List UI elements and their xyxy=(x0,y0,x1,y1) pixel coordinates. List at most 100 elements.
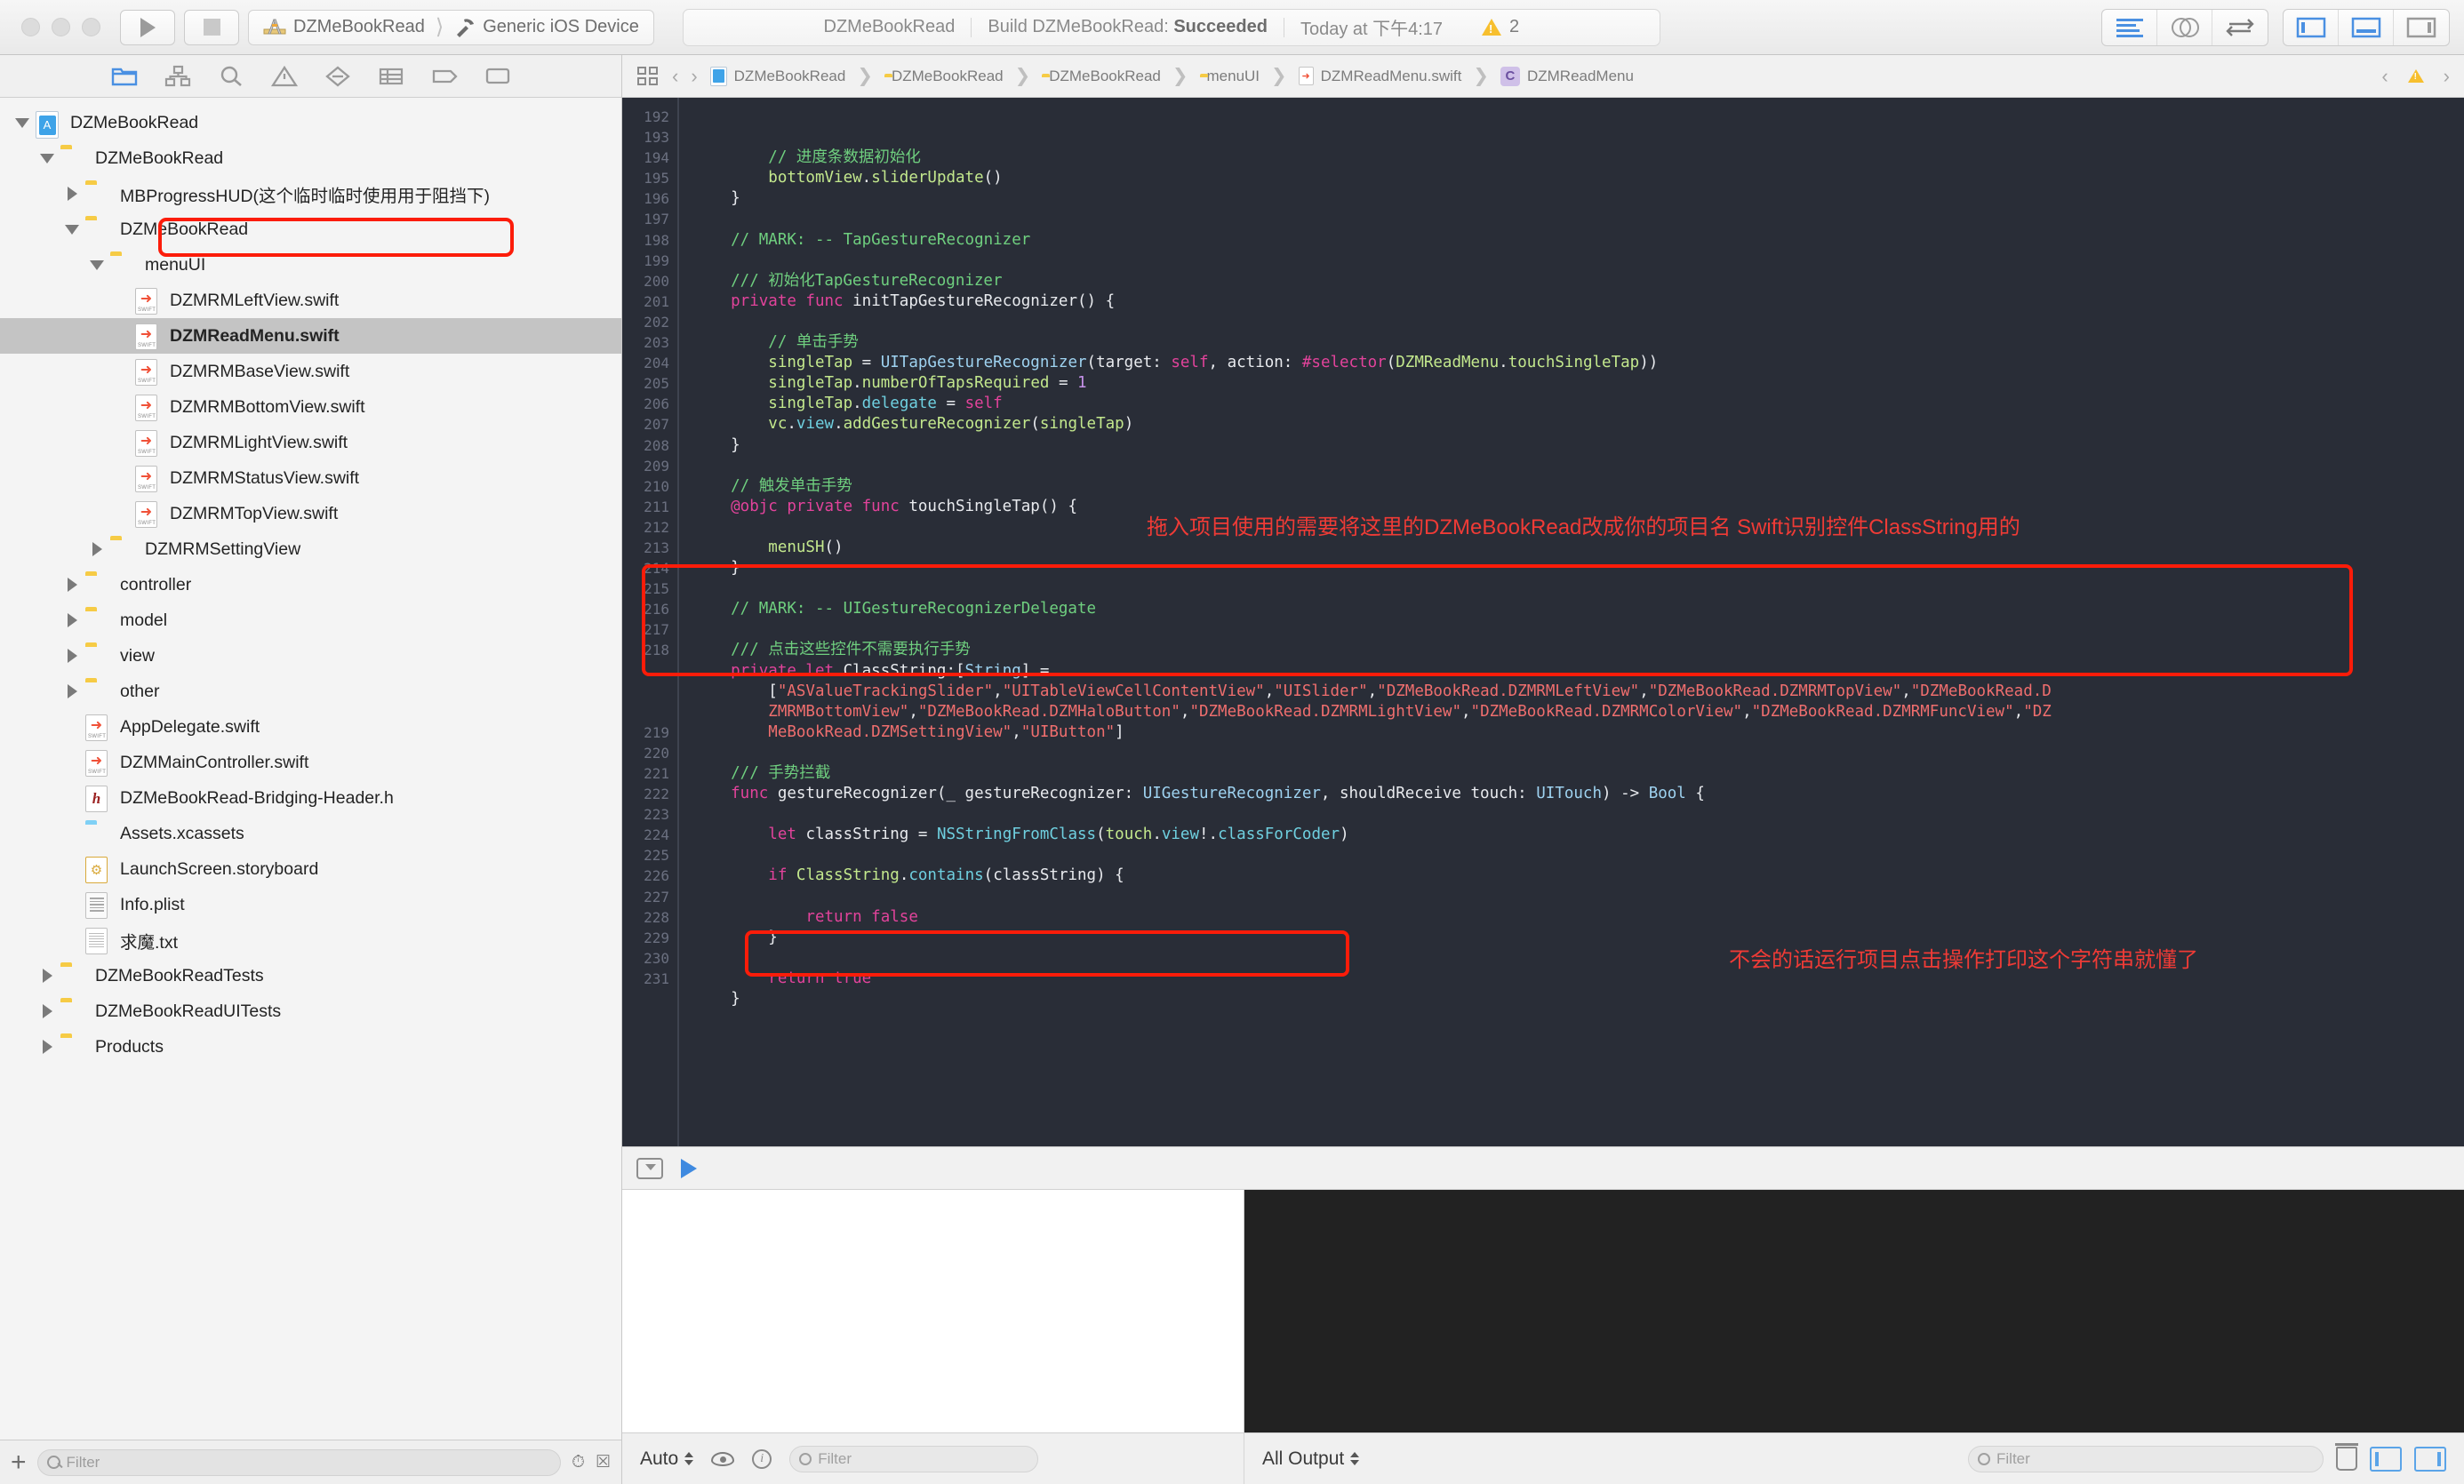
console-filter-field[interactable]: Filter xyxy=(1968,1445,2324,1472)
disclosure-triangle-closed-icon[interactable] xyxy=(62,649,82,663)
assistant-editor-button[interactable] xyxy=(2157,9,2212,45)
disclosure-triangle-closed-icon[interactable] xyxy=(62,684,82,698)
tab-breakpoint-navigator[interactable] xyxy=(418,57,471,96)
tree-row-appdelegate-swift[interactable]: ➜ SWIFT AppDelegate.swift xyxy=(0,709,621,745)
line-number: 203 xyxy=(644,334,669,352)
variables-scope-popup[interactable]: Auto xyxy=(640,1448,694,1470)
breadcrumb[interactable]: DZMeBookRead ❯ DZMeBookRead ❯ DZMeBookRead ❯ m… xyxy=(709,65,1634,87)
hide-debug-icon[interactable] xyxy=(636,1157,663,1179)
clock-icon[interactable]: ⏱ xyxy=(572,1453,585,1472)
toggle-navigator-button[interactable] xyxy=(2284,9,2339,45)
previous-issue-button[interactable]: ‹ xyxy=(2381,65,2388,88)
tree-row-menuui[interactable]: menuUI xyxy=(0,247,621,283)
variables-filter-placeholder: Filter xyxy=(818,1449,852,1467)
disclosure-triangle-open-icon[interactable] xyxy=(12,117,32,128)
tab-find-navigator[interactable] xyxy=(204,57,258,96)
tree-row-dzmebookreaduitests[interactable]: DZMeBookReadUITests xyxy=(0,993,621,1029)
standard-editor-button[interactable] xyxy=(2102,9,2157,45)
variables-view[interactable] xyxy=(622,1190,1244,1432)
watch-icon[interactable] xyxy=(711,1451,735,1466)
version-editor-button[interactable] xyxy=(2212,10,2268,45)
project-file-tree[interactable]: A DZMeBookRead DZMeBookRead MBProgressHUD(这… xyxy=(0,98,621,1440)
tab-issue-navigator[interactable] xyxy=(258,57,311,96)
source-editor[interactable]: 192 193 194 195 196 197 198 199 200 201 202 203 204 2… xyxy=(622,98,2464,1146)
breadcrumb-item-dzmreadmenu-swift[interactable]: ➜ DZMReadMenu.swift xyxy=(1298,67,1461,85)
variables-pane-icon[interactable] xyxy=(2370,1446,2402,1472)
tree-row-dzmrmstatusview-swift[interactable]: ➜ SWIFT DZMRMStatusView.swift xyxy=(0,460,621,496)
disclosure-triangle-closed-icon[interactable] xyxy=(87,542,107,556)
navigator-filter-field[interactable]: Filter xyxy=(36,1448,562,1476)
zoom-button[interactable] xyxy=(82,18,100,36)
tree-row-dzmebookread[interactable]: A DZMeBookRead xyxy=(0,105,621,140)
tree-row-dzmreadmenu-swift[interactable]: ➜ SWIFT DZMReadMenu.swift xyxy=(0,318,621,354)
scheme-destination-control[interactable]: DZMeBookRead ⟩ Generic iOS Device xyxy=(248,9,654,45)
disclosure-triangle-closed-icon[interactable] xyxy=(62,613,82,627)
tree-row-launchscreen-storyboard[interactable]: ⚙ LaunchScreen.storyboard xyxy=(0,851,621,887)
tree-row-model[interactable]: model xyxy=(0,602,621,638)
tab-project-navigator[interactable] xyxy=(98,57,151,96)
breadcrumb-item-dzmreadmenu[interactable]: C DZMReadMenu xyxy=(1500,66,1634,86)
tree-row-dzmmaincontroller-swift[interactable]: ➜ SWIFT DZMMainController.swift xyxy=(0,745,621,780)
back-button[interactable]: ‹ xyxy=(672,65,678,88)
tree-row-dzmebookread[interactable]: DZMeBookRead xyxy=(0,211,621,247)
toggle-utilities-button[interactable] xyxy=(2394,10,2449,45)
tab-symbol-navigator[interactable] xyxy=(151,57,204,96)
warning-triangle-icon[interactable] xyxy=(2407,69,2424,83)
tab-test-navigator[interactable] xyxy=(311,57,364,96)
tree-row-dzmrmleftview-swift[interactable]: ➜ SWIFT DZMRMLeftView.swift xyxy=(0,283,621,318)
breadcrumb-item-dzmebookread[interactable]: DZMeBookRead xyxy=(884,68,1004,85)
minimize-button[interactable] xyxy=(52,18,70,36)
console-pane-icon[interactable] xyxy=(2414,1446,2446,1472)
scheme-selector[interactable]: DZMeBookRead xyxy=(263,17,425,38)
tree-row-dzmrmtopview-swift[interactable]: ➜ SWIFT DZMRMTopView.swift xyxy=(0,496,621,531)
swift-file-icon: ➜ SWIFT xyxy=(135,288,162,315)
tree-row-dzmrmbaseview-swift[interactable]: ➜ SWIFT DZMRMBaseView.swift xyxy=(0,354,621,389)
tree-row-mbprogresshud-[interactable]: MBProgressHUD(这个临时临时使用用于阻挡下) xyxy=(0,176,621,211)
console-scope-popup[interactable]: All Output xyxy=(1262,1448,1360,1470)
disclosure-triangle-closed-icon[interactable] xyxy=(37,1040,57,1054)
clear-filter-icon[interactable]: ☒ xyxy=(596,1452,611,1472)
tree-row-dzmrmbottomview-swift[interactable]: ➜ SWIFT DZMRMBottomView.swift xyxy=(0,389,621,425)
step-icon[interactable] xyxy=(681,1158,697,1178)
tree-row-dzmebookread-bridging-header-h[interactable]: h DZMeBookRead-Bridging-Header.h xyxy=(0,780,621,816)
source-code-text[interactable]: // 进度条数据初始化 bottomView.sliderUpdate() } … xyxy=(679,98,2464,1146)
forward-button[interactable]: › xyxy=(691,65,697,88)
stop-button[interactable] xyxy=(184,9,239,45)
related-items-icon[interactable] xyxy=(636,66,660,87)
variables-filter-field[interactable]: Filter xyxy=(789,1445,1039,1472)
disclosure-triangle-closed-icon[interactable] xyxy=(37,1004,57,1018)
tree-row-assets-xcassets[interactable]: Assets.xcassets xyxy=(0,816,621,851)
clear-console-icon[interactable] xyxy=(2335,1443,2358,1471)
disclosure-triangle-closed-icon[interactable] xyxy=(62,187,82,201)
breadcrumb-item-dzmebookread[interactable]: DZMeBookRead xyxy=(1042,68,1161,85)
tree-row-other[interactable]: other xyxy=(0,674,621,709)
toggle-debug-area-button[interactable] xyxy=(2339,9,2394,45)
disclosure-triangle-open-icon[interactable] xyxy=(62,224,82,235)
add-file-button[interactable]: + xyxy=(11,1448,27,1476)
warning-indicator[interactable]: 2 xyxy=(1482,17,1535,37)
next-issue-button[interactable]: › xyxy=(2444,65,2450,88)
activity-status-bar[interactable]: DZMeBookRead Build DZMeBookRead: Succeed… xyxy=(682,8,1660,46)
breadcrumb-item-menuui[interactable]: menuUI xyxy=(1200,68,1260,85)
tree-row-dzmrmlightview-swift[interactable]: ➜ SWIFT DZMRMLightView.swift xyxy=(0,425,621,460)
run-button[interactable] xyxy=(120,9,175,45)
tab-debug-navigator[interactable] xyxy=(364,57,418,96)
destination-selector[interactable]: Generic iOS Device xyxy=(454,17,639,38)
info-icon[interactable]: i xyxy=(752,1448,772,1469)
disclosure-triangle-closed-icon[interactable] xyxy=(37,969,57,983)
disclosure-triangle-open-icon[interactable] xyxy=(87,259,107,270)
tree-row-controller[interactable]: controller xyxy=(0,567,621,602)
tab-report-navigator[interactable] xyxy=(471,57,524,96)
disclosure-triangle-closed-icon[interactable] xyxy=(62,578,82,592)
tree-row-products[interactable]: Products xyxy=(0,1029,621,1065)
tree-row-dzmrmsettingview[interactable]: DZMRMSettingView xyxy=(0,531,621,567)
console-view[interactable] xyxy=(1244,1190,2464,1432)
tree-row-dzmebookreadtests[interactable]: DZMeBookReadTests xyxy=(0,958,621,993)
tree-row-info-plist[interactable]: Info.plist xyxy=(0,887,621,922)
close-button[interactable] xyxy=(21,18,40,36)
tree-row-view[interactable]: view xyxy=(0,638,621,674)
tree-row-dzmebookread[interactable]: DZMeBookRead xyxy=(0,140,621,176)
disclosure-triangle-open-icon[interactable] xyxy=(37,153,57,164)
breadcrumb-item-dzmebookread[interactable]: DZMeBookRead xyxy=(709,66,845,86)
tree-row--txt[interactable]: 求魔.txt xyxy=(0,922,621,958)
